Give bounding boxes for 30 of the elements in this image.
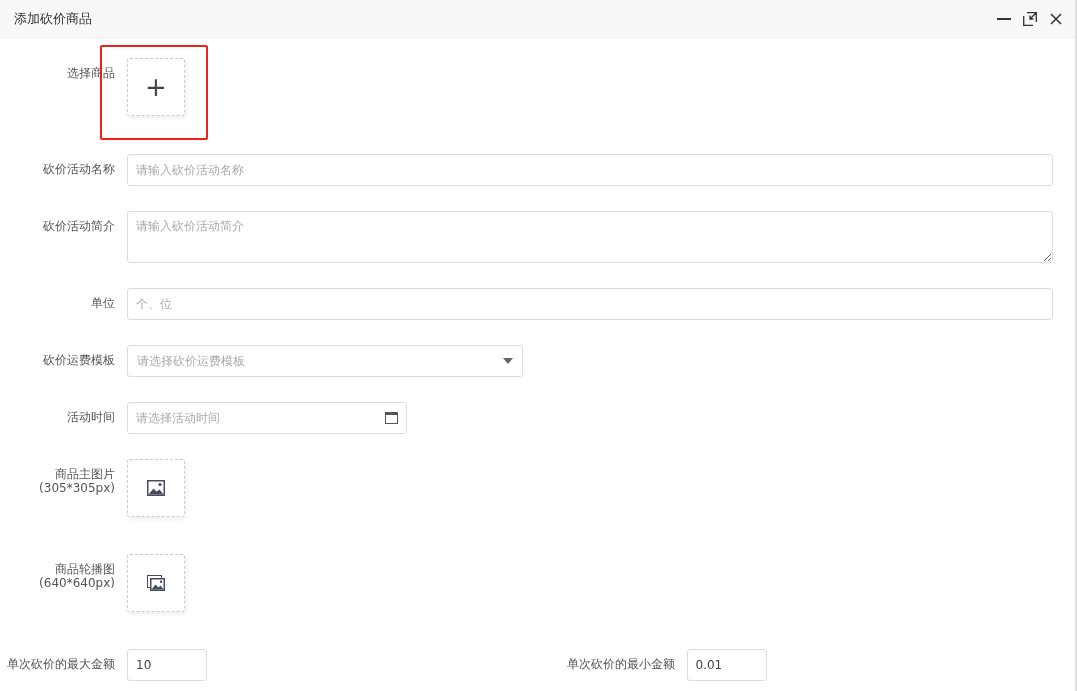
field-label: 单次砍价的最小金额 xyxy=(566,657,675,671)
textarea-field[interactable]: 请输入砍价活动简介 xyxy=(127,211,1053,263)
calendar-icon xyxy=(385,412,398,424)
field-label: 砍价活动简介 xyxy=(43,219,115,233)
images-icon xyxy=(147,575,165,591)
image-upload-button[interactable] xyxy=(127,459,185,517)
text-input-field[interactable]: 个、位 xyxy=(127,288,1053,320)
field-label: 单次砍价的最大金额 xyxy=(7,657,115,671)
select-placeholder: 请选择砍价运费模板 xyxy=(137,352,245,370)
field-label: 砍价活动名称 xyxy=(43,162,115,176)
maximize-button[interactable] xyxy=(1021,9,1039,28)
text-input-field[interactable]: 请输入砍价活动名称 xyxy=(127,154,1053,186)
maximize-icon xyxy=(1023,11,1037,26)
close-icon xyxy=(1050,12,1062,25)
field-label: 商品主图片 xyxy=(55,467,115,481)
minimize-icon xyxy=(997,17,1011,20)
add-product-button[interactable]: + xyxy=(127,58,185,116)
amount-input-field[interactable]: 0.01 xyxy=(686,649,767,681)
gallery-upload-button[interactable] xyxy=(127,554,185,612)
amount-input-field[interactable]: 10 xyxy=(127,649,207,681)
window-title: 添加砍价商品 xyxy=(14,9,93,28)
caret-icon xyxy=(503,358,513,364)
date-placeholder: 请选择活动时间 xyxy=(136,409,220,427)
size-note: (305*305px) xyxy=(39,481,115,495)
field-label: 单位 xyxy=(91,296,115,310)
size-note: (640*640px) xyxy=(39,576,115,590)
image-icon xyxy=(147,480,165,496)
field-label: 活动时间 xyxy=(67,410,115,424)
field-label: 商品轮播图 xyxy=(55,562,115,576)
field-label: 砍价运费模板 xyxy=(43,353,115,367)
